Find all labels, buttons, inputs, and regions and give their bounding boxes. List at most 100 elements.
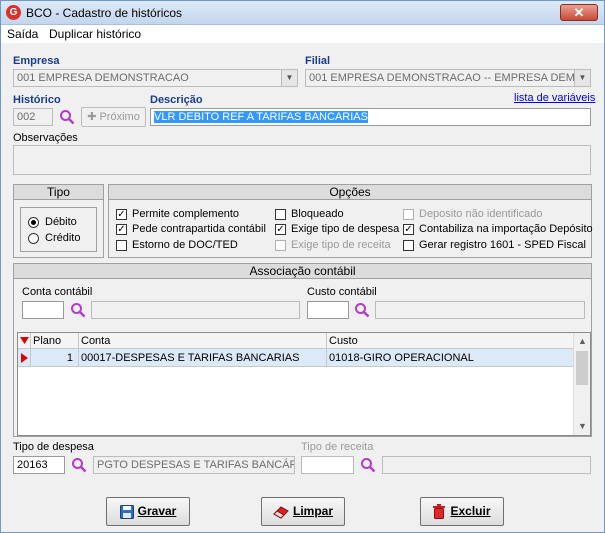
menu-item-duplicar-historico[interactable]: Duplicar histórico	[49, 27, 141, 41]
tipo-receita-input[interactable]	[301, 456, 354, 474]
trash-icon	[433, 504, 446, 520]
checkbox-estorno-doc-ted[interactable]: Estorno de DOC/TED	[116, 239, 238, 251]
checkbox-label: Bloqueado	[291, 208, 344, 220]
column-separator	[30, 349, 31, 367]
check-icon: ✓	[116, 223, 127, 235]
empty-box-icon	[275, 208, 286, 220]
scroll-thumb[interactable]	[576, 351, 588, 385]
limpar-button[interactable]: Limpar	[261, 497, 345, 526]
column-header-plano[interactable]: Plano	[33, 335, 61, 347]
search-icon[interactable]	[360, 457, 376, 473]
search-icon[interactable]	[70, 302, 86, 318]
window-title: BCO - Cadastro de históricos	[26, 6, 183, 20]
filial-select[interactable]: 001 EMPRESA DEMONSTRACAO -- EMPRESA DEMO…	[305, 69, 591, 87]
column-separator	[30, 333, 31, 349]
lista-de-variaveis-link[interactable]: lista de variáveis	[514, 92, 595, 104]
tipo-receita-label: Tipo de receita	[301, 441, 374, 453]
chevron-down-icon[interactable]: ▼	[574, 70, 590, 86]
floppy-disk-icon	[119, 504, 134, 519]
observacoes-label: Observações	[13, 132, 78, 144]
gravar-button[interactable]: Gravar	[106, 497, 190, 526]
eraser-icon	[273, 506, 289, 519]
filial-value: 001 EMPRESA DEMONSTRACAO -- EMPRESA DEMO…	[309, 72, 591, 84]
scroll-up-icon[interactable]: ▲	[574, 333, 591, 350]
checkbox-label: Gerar registro 1601 - SPED Fiscal	[419, 239, 586, 251]
cell-conta: 00017-DESPESAS E TARIFAS BANCARIAS	[81, 352, 300, 364]
proximo-label: Próximo	[99, 111, 140, 123]
custo-contabil-label: Custo contábil	[307, 286, 377, 298]
checkbox-label: Permite complemento	[132, 208, 239, 220]
checkbox-gerar-registro-1601[interactable]: Gerar registro 1601 - SPED Fiscal	[403, 239, 586, 251]
menu-item-saida[interactable]: Saída	[7, 27, 38, 41]
column-header-custo[interactable]: Custo	[329, 335, 358, 347]
empresa-select[interactable]: 001 EMPRESA DEMONSTRACAO ▼	[13, 69, 298, 87]
checkbox-deposito-nao-identificado[interactable]: Deposito não identificado	[403, 208, 543, 220]
column-separator	[326, 333, 327, 349]
tipo-group: Tipo Débito Crédito	[13, 184, 104, 258]
close-button[interactable]: ✕	[560, 4, 598, 21]
tipo-options-frame	[20, 207, 97, 252]
custo-contabil-description	[375, 301, 585, 319]
checkbox-permite-complemento[interactable]: ✓ Permite complemento	[116, 208, 239, 220]
associacao-group-title: Associação contábil	[14, 264, 591, 279]
column-separator	[326, 349, 327, 367]
opcoes-group-title: Opções	[109, 185, 591, 200]
checkbox-label: Estorno de DOC/TED	[132, 239, 238, 251]
sort-arrow-icon[interactable]	[20, 337, 29, 344]
radio-credito-label: Crédito	[45, 232, 81, 244]
historico-input[interactable]: 002	[13, 108, 53, 126]
tipo-despesa-description: PGTO DESPESAS E TARIFAS BANCÁRI.	[93, 456, 295, 474]
checkbox-label: Pede contrapartida contábil	[132, 223, 266, 235]
search-icon[interactable]	[354, 302, 370, 318]
filial-label: Filial	[305, 55, 331, 67]
search-icon[interactable]	[59, 109, 75, 125]
associacao-grid[interactable]: Plano Conta Custo 1 00017-DESPESAS E TAR…	[17, 332, 591, 436]
descricao-value: VLR DEBITO REF A TARIFAS BANCARIAS	[154, 111, 368, 123]
tipo-group-title: Tipo	[14, 185, 103, 200]
scroll-down-icon[interactable]: ▼	[574, 418, 591, 435]
main-window: G BCO - Cadastro de históricos ✕ Saída D…	[0, 0, 605, 533]
column-header-conta[interactable]: Conta	[81, 335, 110, 347]
radio-debito-label: Débito	[45, 216, 77, 228]
empty-box-icon	[116, 239, 127, 251]
descricao-label: Descrição	[150, 94, 203, 106]
radio-credito[interactable]: Crédito	[28, 232, 80, 244]
observacoes-textarea[interactable]	[13, 145, 591, 175]
check-icon: ✓	[275, 223, 286, 235]
chevron-down-icon[interactable]: ▼	[281, 70, 297, 86]
checkbox-contabiliza-importacao[interactable]: ✓ Contabiliza na importação Depósito	[403, 223, 593, 235]
custo-contabil-input[interactable]	[307, 301, 349, 319]
gravar-label: Gravar	[137, 504, 177, 518]
conta-contabil-input[interactable]	[22, 301, 64, 319]
proximo-button[interactable]: ✚ Próximo	[81, 107, 146, 127]
grid-scrollbar[interactable]: ▲ ▼	[573, 333, 590, 435]
descricao-input[interactable]: VLR DEBITO REF A TARIFAS BANCARIAS	[150, 108, 591, 126]
excluir-button[interactable]: Excluir	[420, 497, 504, 526]
empty-box-icon	[275, 239, 286, 251]
check-icon: ✓	[116, 208, 127, 220]
plus-icon: ✚	[87, 111, 97, 123]
checkbox-exige-tipo-despesa[interactable]: ✓ Exige tipo de despesa	[275, 223, 399, 235]
radio-debito[interactable]: Débito	[28, 216, 77, 228]
checkbox-exige-tipo-receita[interactable]: Exige tipo de receita	[275, 239, 391, 251]
checkbox-label: Contabiliza na importação Depósito	[419, 223, 593, 235]
table-row[interactable]: 1 00017-DESPESAS E TARIFAS BANCARIAS 010…	[18, 349, 575, 367]
limpar-label: Limpar	[292, 504, 333, 518]
row-indicator-icon	[21, 353, 28, 363]
empty-box-icon	[403, 208, 414, 220]
checkbox-label: Exige tipo de receita	[291, 239, 391, 251]
cell-plano: 1	[66, 352, 73, 364]
associacao-group: Associação contábil Conta contábil Custo…	[13, 263, 592, 437]
app-logo-icon: G	[6, 5, 21, 20]
search-icon[interactable]	[71, 457, 87, 473]
checkbox-bloqueado[interactable]: Bloqueado	[275, 208, 344, 220]
tipo-despesa-input[interactable]: 20163	[13, 456, 65, 474]
cell-custo: 01018-GIRO OPERACIONAL	[329, 352, 474, 364]
empty-box-icon	[403, 239, 414, 251]
conta-contabil-label: Conta contábil	[22, 286, 93, 298]
column-separator	[78, 333, 79, 349]
opcoes-group: Opções ✓ Permite complemento ✓ Pede cont…	[108, 184, 593, 258]
checkbox-label: Exige tipo de despesa	[291, 223, 400, 235]
historico-label: Histórico	[13, 94, 61, 106]
checkbox-pede-contrapartida[interactable]: ✓ Pede contrapartida contábil	[116, 223, 266, 235]
